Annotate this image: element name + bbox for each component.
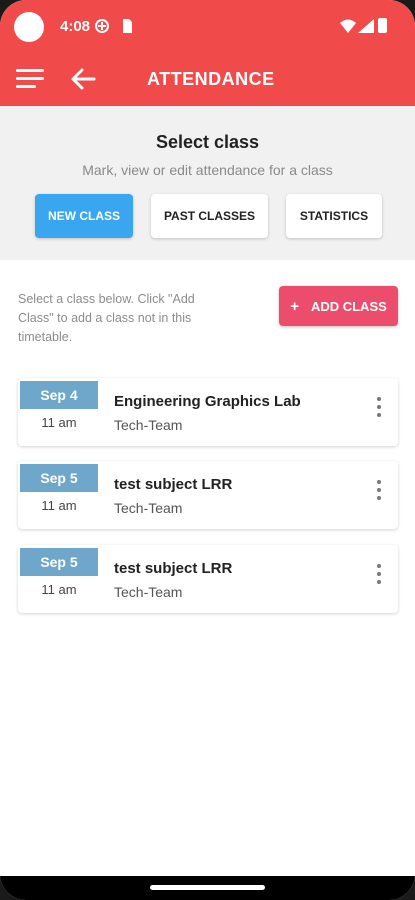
front-camera	[14, 12, 44, 42]
wifi-icon	[340, 19, 356, 33]
class-card[interactable]: Sep 5 11 am test subject LRR Tech-Team	[18, 461, 398, 529]
more-options-icon[interactable]	[369, 394, 389, 420]
panel-subtitle: Mark, view or edit attendance for a clas…	[82, 162, 333, 178]
cell-signal-icon	[358, 19, 374, 33]
class-time: 11 am	[41, 582, 77, 597]
date-badge: Sep 4	[20, 381, 98, 409]
more-options-icon[interactable]	[369, 561, 389, 587]
class-team: Tech-Team	[114, 584, 183, 600]
class-card[interactable]: Sep 5 11 am test subject LRR Tech-Team	[18, 545, 398, 613]
back-arrow-icon[interactable]	[70, 67, 96, 91]
class-time: 11 am	[41, 498, 77, 513]
class-name: Engineering Graphics Lab	[114, 393, 301, 410]
status-bar: 4:08	[0, 0, 415, 52]
class-card[interactable]: Sep 4 11 am Engineering Graphics Lab Tec…	[18, 378, 398, 446]
more-options-icon[interactable]	[369, 477, 389, 503]
battery-icon	[378, 18, 387, 33]
past-classes-button[interactable]: PAST CLASSES	[151, 194, 268, 238]
status-time: 4:08	[60, 18, 91, 35]
select-class-panel: Select class Mark, view or edit attendan…	[0, 106, 415, 260]
add-class-button[interactable]: + ADD CLASS	[279, 286, 398, 326]
phone-screen: 4:08 ATTENDANCE Select class Mark, view …	[0, 0, 415, 900]
class-name: test subject LRR	[114, 476, 233, 493]
app-header: 4:08 ATTENDANCE	[0, 0, 415, 106]
app-bar: ATTENDANCE	[0, 52, 415, 106]
statistics-button[interactable]: STATISTICS	[286, 194, 382, 238]
plus-icon: +	[290, 297, 299, 315]
class-name: test subject LRR	[114, 560, 233, 577]
date-badge: Sep 5	[20, 464, 98, 492]
data-saver-icon	[95, 19, 109, 33]
date-badge: Sep 5	[20, 548, 98, 576]
add-class-label: ADD CLASS	[310, 298, 387, 314]
class-team: Tech-Team	[114, 417, 183, 433]
instruction-text: Select a class below. Click "Add Class" …	[18, 292, 195, 344]
class-team: Tech-Team	[114, 500, 183, 516]
sim-card-icon	[123, 19, 132, 33]
page-title: ATTENDANCE	[147, 69, 275, 89]
home-gesture-bar[interactable]	[150, 885, 265, 890]
panel-title: Select class	[155, 132, 260, 152]
menu-icon[interactable]	[16, 68, 44, 90]
class-time: 11 am	[41, 415, 77, 430]
new-class-button[interactable]: NEW CLASS	[35, 194, 133, 238]
